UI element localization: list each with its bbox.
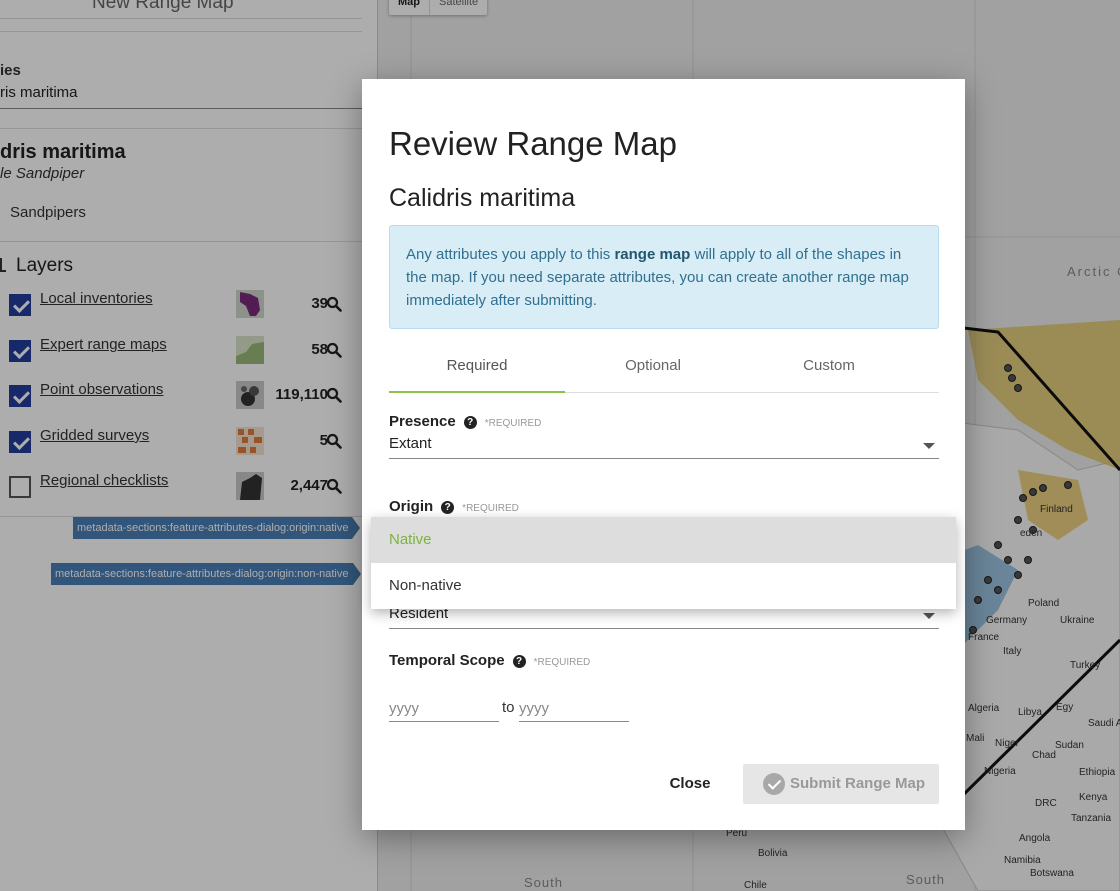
caret-down-icon (923, 613, 935, 619)
presence-select[interactable]: Extant (389, 435, 939, 459)
required-marker: *REQUIRED (533, 657, 591, 668)
close-button[interactable]: Close (662, 764, 718, 804)
review-range-map-dialog: Review Range Map Calidris maritima Any a… (362, 79, 965, 830)
tab-custom[interactable]: Custom (741, 347, 917, 392)
to-label: to (502, 699, 515, 716)
help-icon[interactable]: ? (463, 416, 477, 429)
help-icon[interactable]: ? (441, 501, 455, 514)
caret-down-icon (923, 443, 935, 449)
origin-label: Origin? *REQUIRED (389, 498, 519, 515)
presence-label: Presence? *REQUIRED (389, 413, 541, 430)
help-icon[interactable]: ? (512, 655, 526, 668)
required-marker: *REQUIRED (462, 503, 519, 514)
dialog-title: Review Range Map (389, 125, 677, 162)
submit-range-map-button[interactable]: Submit Range Map (743, 764, 939, 804)
tab-required[interactable]: Required (389, 347, 565, 393)
start-year-input[interactable] (389, 696, 499, 722)
presence-label-text: Presence (389, 413, 456, 430)
dialog-subtitle: Calidris maritima (389, 184, 576, 212)
origin-option-non-native[interactable]: Non-native (371, 563, 956, 609)
origin-dropdown-menu: Native Non-native (371, 517, 956, 609)
tab-optional[interactable]: Optional (565, 347, 741, 392)
submit-label: Submit Range Map (790, 775, 926, 792)
end-year-input[interactable] (519, 696, 629, 722)
info-emphasis: range map (614, 246, 691, 263)
required-marker: *REQUIRED (484, 418, 542, 429)
check-circle-icon (763, 773, 785, 795)
temporal-scope-label: Temporal Scope? *REQUIRED (389, 652, 590, 669)
presence-value: Extant (389, 435, 432, 452)
dialog-tabs: Required Optional Custom (389, 347, 939, 393)
origin-option-native[interactable]: Native (371, 517, 956, 563)
temporal-scope-label-text: Temporal Scope (389, 652, 505, 669)
info-text: Any attributes you apply to this (406, 246, 615, 263)
origin-label-text: Origin (389, 498, 434, 515)
info-alert: Any attributes you apply to this range m… (389, 225, 939, 329)
